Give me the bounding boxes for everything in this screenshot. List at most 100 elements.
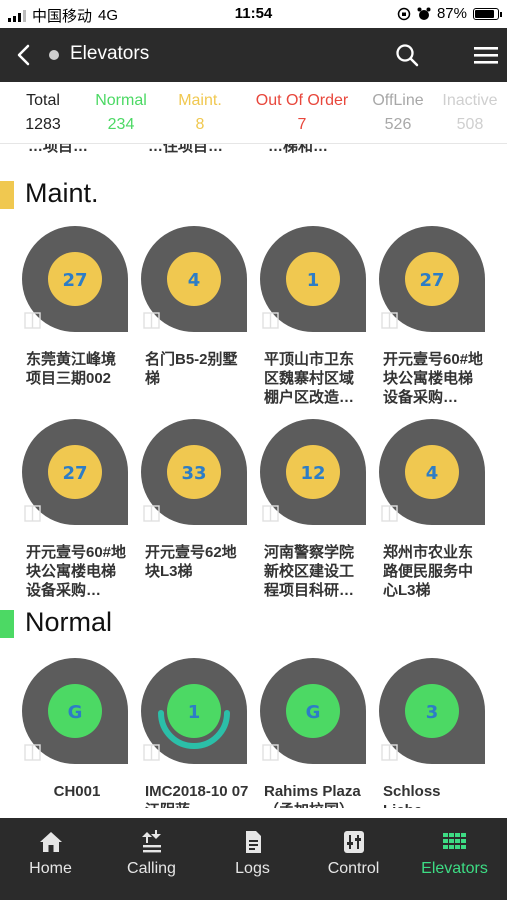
home-icon [39,832,62,852]
elevator-status-icon: 4 [379,419,485,525]
previous-row-labels: …项目… …住项目… …梯和… [0,144,507,158]
floor-number: G [306,702,321,723]
stat-value: 8 [195,116,205,133]
stat-inactive[interactable]: Inactive 508 [436,92,504,134]
elevator-card[interactable]: 27 开元壹号60#地块公寓楼电梯设备采购… [22,419,132,599]
tab-control[interactable]: Control [303,830,404,878]
tab-label: Elevators [421,860,488,877]
tab-label: Control [327,860,380,877]
elevator-label: Schloss Liebe… [383,783,441,808]
tab-home[interactable]: Home [0,830,101,878]
stat-value: 7 [297,116,307,133]
elevator-card[interactable]: 1 平顶山市卫东区魏寨村区域棚户区改造… [260,226,370,406]
status-summary-bar: Total 1283 Normal 234 Maint. 8 Out Of Or… [0,82,507,144]
floor-number: 3 [426,702,439,723]
stat-total[interactable]: Total 1283 [8,92,78,134]
floor-number: 1 [307,270,320,291]
stat-label: Out Of Order [255,92,349,109]
elevator-card[interactable]: 27 东莞黄江峰境项目三期002 [22,226,132,387]
elevator-label: IMC2018-10 07 江阴蓝… [145,783,249,808]
elevator-status-icon: 33 [141,419,247,525]
elevator-status-icon: 12 [260,419,366,525]
tab-label: Calling [127,860,176,877]
elevator-card[interactable]: 33 开元壹号62地块L3梯 [141,419,251,580]
elevator-status-icon: 27 [22,419,128,525]
hamburger-menu-icon[interactable] [472,42,500,68]
section-title: Normal [25,607,113,637]
floor-number: 4 [188,270,201,291]
search-icon[interactable] [392,40,422,70]
elevator-card[interactable]: 12 河南警察学院新校区建设工程项目科研… [260,419,370,599]
tab-label: Home [29,860,72,877]
floor-number: 33 [181,463,206,484]
battery-icon [473,7,502,20]
page-title: Elevators [70,43,150,64]
orientation-lock-icon [397,7,411,20]
stat-value: 508 [456,116,484,133]
floor-number: 4 [426,463,439,484]
elevator-card[interactable]: G CH001 [22,658,132,800]
elevator-label: 河南警察学院新校区建设工程项目科研… [264,544,355,599]
stat-value: 526 [384,116,412,133]
elevator-card[interactable]: 4 郑州市农业东路便民服务中心L3梯 [379,419,489,599]
elevator-label: …住项目… [148,144,224,155]
elevator-label: 东莞黄江峰境项目三期002 [26,351,117,387]
elevator-card[interactable]: 4 名门B5-2别墅梯 [141,226,251,387]
calling-icon [141,830,161,853]
alarm-icon [417,7,431,20]
floor-number: 27 [419,270,444,291]
elevator-status-icon: G [260,658,366,764]
floor-number: 1 [188,702,201,723]
stat-value: 1283 [25,116,61,133]
elevator-status-icon: G [22,658,128,764]
elevator-label: 郑州市农业东路便民服务中心L3梯 [383,544,474,599]
stat-offline[interactable]: OffLine 526 [364,92,432,134]
elevator-status-icon: 3 [379,658,485,764]
tab-label: Logs [235,860,270,877]
section-color-bar [0,610,14,638]
elevator-label: 开元壹号60#地块公寓楼电梯设备采购… [383,351,484,406]
stat-maint[interactable]: Maint. 8 [165,92,235,134]
battery-percent: 87% [436,5,467,22]
control-icon [343,831,364,853]
elevator-status-icon: 27 [379,226,485,332]
back-arrow-icon[interactable] [10,40,40,70]
elevator-label: 开元壹号60#地块公寓楼电梯设备采购… [26,544,127,599]
app-header: Elevators [0,28,507,82]
stat-label: OffLine [372,92,424,109]
status-bar: 中国移动 4G 11:54 87% [0,0,507,28]
floor-number: 27 [62,270,87,291]
elevator-label: Rahims Plaza（孟加拉国） [264,783,361,808]
stat-label: Inactive [442,92,498,109]
stat-label: Maint. [178,92,222,109]
elevator-status-icon: 27 [22,226,128,332]
floor-number: G [68,702,83,723]
elevator-label: 名门B5-2别墅梯 [145,351,238,387]
elevator-label: 平顶山市卫东区魏寨村区域棚户区改造… [264,351,355,406]
elevator-card[interactable]: 1 IMC2018-10 07 江阴蓝… [141,658,251,808]
logs-icon [245,831,261,853]
elevator-card[interactable]: 27 开元壹号60#地块公寓楼电梯设备采购… [379,226,489,406]
stat-normal[interactable]: Normal 234 [86,92,156,134]
section-header-maint: Maint. [0,175,507,215]
tab-elevators[interactable]: Elevators [404,830,505,878]
bottom-tab-bar: Home Calling Logs Control Elevators [0,818,507,900]
tab-logs[interactable]: Logs [202,830,303,878]
section-header-normal: Normal [0,604,507,644]
elevators-grid-icon [442,833,466,849]
elevator-label: …项目… [28,144,89,155]
elevator-status-icon: 1 [141,658,247,764]
elevator-card[interactable]: 3 Schloss Liebe… [379,658,489,808]
tab-calling[interactable]: Calling [101,830,202,878]
floor-number: 27 [62,463,87,484]
elevator-label: CH001 [53,783,101,800]
elevator-status-icon: 4 [141,226,247,332]
stat-out-of-order[interactable]: Out Of Order 7 [250,92,354,134]
elevator-list[interactable]: …项目… …住项目… …梯和… Maint. Normal 27 东莞黄江峰境项目… [0,144,507,818]
stat-value: 234 [107,116,135,133]
elevator-card[interactable]: G Rahims Plaza（孟加拉国） [260,658,370,808]
stat-label: Normal [95,92,147,109]
section-color-bar [0,181,14,209]
connection-status-dot [49,50,59,60]
elevator-status-icon: 1 [260,226,366,332]
